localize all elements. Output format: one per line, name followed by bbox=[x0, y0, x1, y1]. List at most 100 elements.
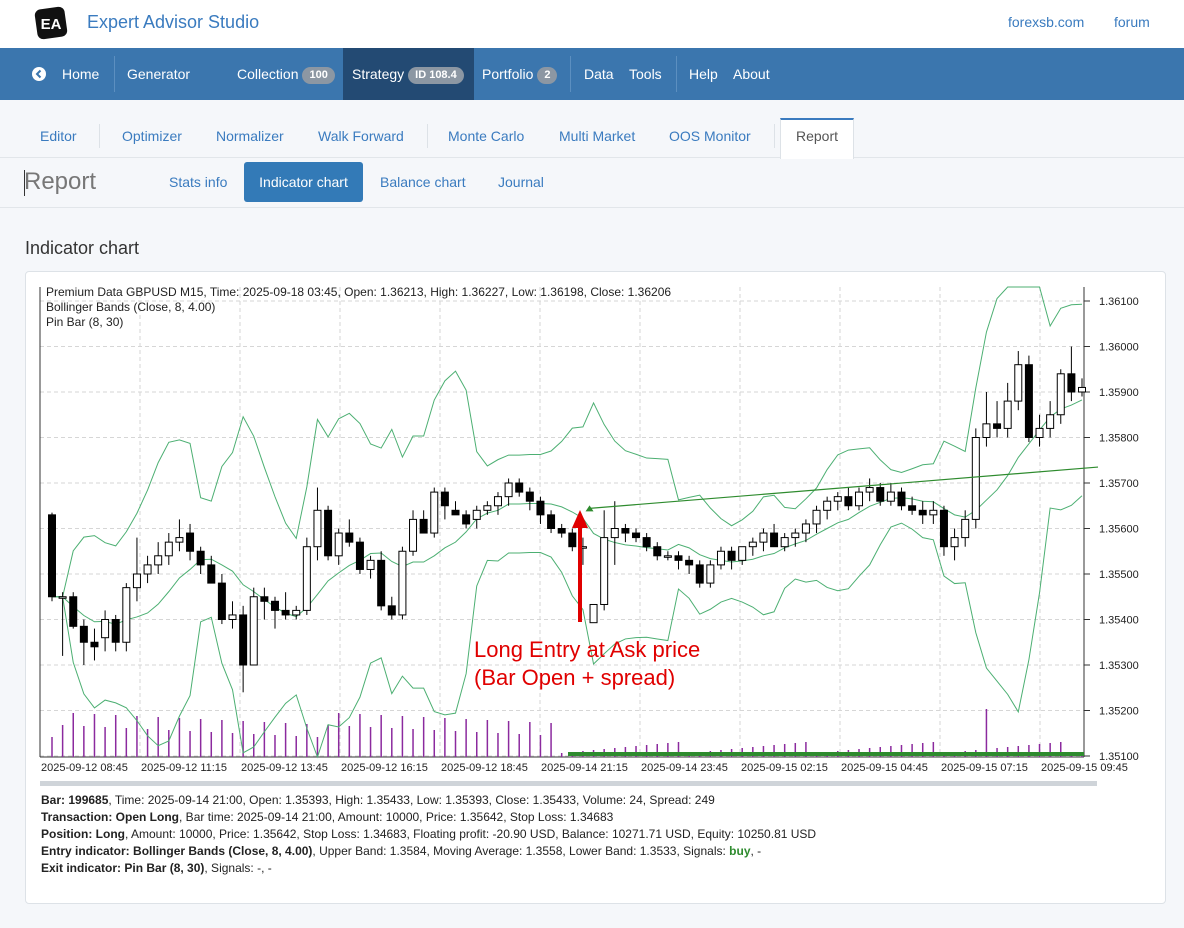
bull-candle bbox=[409, 518, 418, 552]
x-tick-label: 2025-09-14 21:15 bbox=[541, 762, 628, 774]
bull-candle bbox=[504, 482, 513, 498]
bear-candle bbox=[642, 537, 651, 548]
chart-header-line-3: Pin Bar (8, 30) bbox=[46, 315, 123, 329]
bear-candle bbox=[621, 528, 630, 534]
bear-candle bbox=[355, 541, 364, 570]
bull-candle bbox=[801, 523, 810, 534]
bull-candle bbox=[164, 541, 173, 557]
bear-candle bbox=[536, 500, 545, 516]
x-tick-label: 2025-09-14 23:45 bbox=[641, 762, 728, 774]
chart-header-line-2: Bollinger Bands (Close, 8, 4.00) bbox=[46, 300, 215, 314]
bull-candle bbox=[249, 596, 258, 666]
bear-candle bbox=[462, 514, 471, 525]
bear-candle bbox=[908, 505, 917, 511]
bear-candle bbox=[345, 532, 354, 543]
bull-candle bbox=[706, 564, 715, 584]
x-tick-label: 2025-09-15 04:45 bbox=[841, 762, 928, 774]
y-tick-label: 1.36000 bbox=[1099, 342, 1139, 354]
bull-candle bbox=[1035, 427, 1044, 438]
bull-candle bbox=[472, 509, 481, 520]
y-tick-label: 1.35500 bbox=[1099, 569, 1139, 581]
bear-candle bbox=[993, 423, 1002, 429]
bull-candle bbox=[961, 518, 970, 539]
bear-candle bbox=[918, 509, 927, 516]
bull-candle bbox=[780, 537, 789, 548]
bull-candle bbox=[334, 532, 343, 557]
bull-candle bbox=[398, 550, 407, 616]
bear-candle bbox=[525, 491, 534, 502]
y-tick-label: 1.35300 bbox=[1099, 660, 1139, 672]
bear-candle bbox=[1067, 373, 1076, 393]
bear-candle bbox=[844, 496, 853, 507]
bull-candle bbox=[886, 491, 895, 502]
bull-candle bbox=[302, 546, 311, 611]
x-tick-label: 2025-09-12 13:45 bbox=[241, 762, 328, 774]
bull-candle bbox=[663, 555, 672, 558]
bull-candle bbox=[143, 564, 152, 575]
x-tick-label: 2025-09-15 07:15 bbox=[941, 762, 1028, 774]
y-tick-label: 1.35200 bbox=[1099, 706, 1139, 718]
bollinger-upper-band bbox=[52, 286, 1083, 598]
bull-candle bbox=[791, 532, 800, 539]
bull-candle bbox=[823, 500, 832, 511]
x-tick-label: 2025-09-12 16:15 bbox=[341, 762, 428, 774]
y-tick-label: 1.35400 bbox=[1099, 615, 1139, 627]
bear-candle bbox=[196, 550, 205, 566]
y-tick-label: 1.35700 bbox=[1099, 478, 1139, 490]
bollinger-lower-band bbox=[52, 495, 1083, 759]
indicator-chart[interactable]: 1.36100 1.36000 1.35900 1.35800 1.35700 1.356… bbox=[0, 0, 1184, 800]
bear-candle bbox=[674, 555, 683, 561]
volume-bars bbox=[51, 709, 1084, 757]
bear-candle bbox=[1024, 364, 1033, 439]
bear-candle bbox=[440, 491, 449, 507]
bear-candle bbox=[632, 532, 641, 539]
bear-candle bbox=[377, 559, 386, 607]
bull-candle bbox=[982, 423, 991, 439]
bear-candle bbox=[90, 641, 99, 648]
bull-candle bbox=[865, 487, 874, 493]
bear-candle bbox=[515, 482, 524, 493]
bull-candle bbox=[833, 496, 842, 502]
info-entry-indicator: Entry indicator: Bollinger Bands (Close,… bbox=[41, 844, 762, 858]
bull-candle bbox=[132, 573, 141, 589]
bear-candle bbox=[653, 546, 662, 557]
bull-candle bbox=[716, 550, 725, 566]
bear-candle bbox=[79, 625, 88, 643]
annotation-line-2: (Bar Open + spread) bbox=[474, 665, 675, 690]
bear-candle bbox=[48, 514, 56, 598]
bear-candle bbox=[547, 514, 556, 529]
bull-candle bbox=[971, 437, 980, 520]
x-tick-label: 2025-09-15 02:15 bbox=[741, 762, 828, 774]
bear-candle bbox=[260, 596, 269, 602]
bear-candle bbox=[270, 600, 279, 611]
bear-candle bbox=[186, 532, 195, 552]
bull-candle bbox=[610, 528, 619, 539]
y-axis-ticks: 1.36100 1.36000 1.35900 1.35800 1.35700 1.356… bbox=[1084, 296, 1139, 763]
bear-candle bbox=[69, 596, 78, 627]
bear-candle bbox=[695, 564, 704, 584]
bull-candle bbox=[122, 587, 131, 643]
y-tick-label: 1.35600 bbox=[1099, 524, 1139, 536]
bull-candle bbox=[175, 537, 184, 543]
bull-candle bbox=[483, 505, 492, 511]
y-tick-label: 1.36100 bbox=[1099, 296, 1139, 308]
bear-candle bbox=[939, 509, 948, 548]
bear-candle bbox=[557, 528, 566, 534]
bull-candle bbox=[738, 546, 747, 561]
x-axis-ticks: 2025-09-12 08:45 2025-09-12 11:15 2025-09-… bbox=[41, 762, 1128, 774]
bear-candle bbox=[387, 605, 396, 616]
x-tick-label: 2025-09-12 18:45 bbox=[441, 762, 528, 774]
bull-candle bbox=[600, 537, 609, 605]
bear-candle bbox=[217, 582, 226, 620]
bull-candle bbox=[154, 555, 163, 566]
chart-scrollbar[interactable] bbox=[40, 781, 1097, 786]
x-tick-label: 2025-09-12 11:15 bbox=[141, 762, 227, 774]
bear-candle bbox=[685, 559, 694, 566]
bull-candle bbox=[759, 532, 768, 543]
bull-candle bbox=[101, 619, 110, 639]
bull-candle bbox=[589, 603, 598, 624]
bear-candle bbox=[897, 491, 906, 507]
y-tick-label: 1.35800 bbox=[1099, 433, 1139, 445]
bear-candle bbox=[727, 550, 736, 561]
bear-candle bbox=[876, 487, 885, 502]
